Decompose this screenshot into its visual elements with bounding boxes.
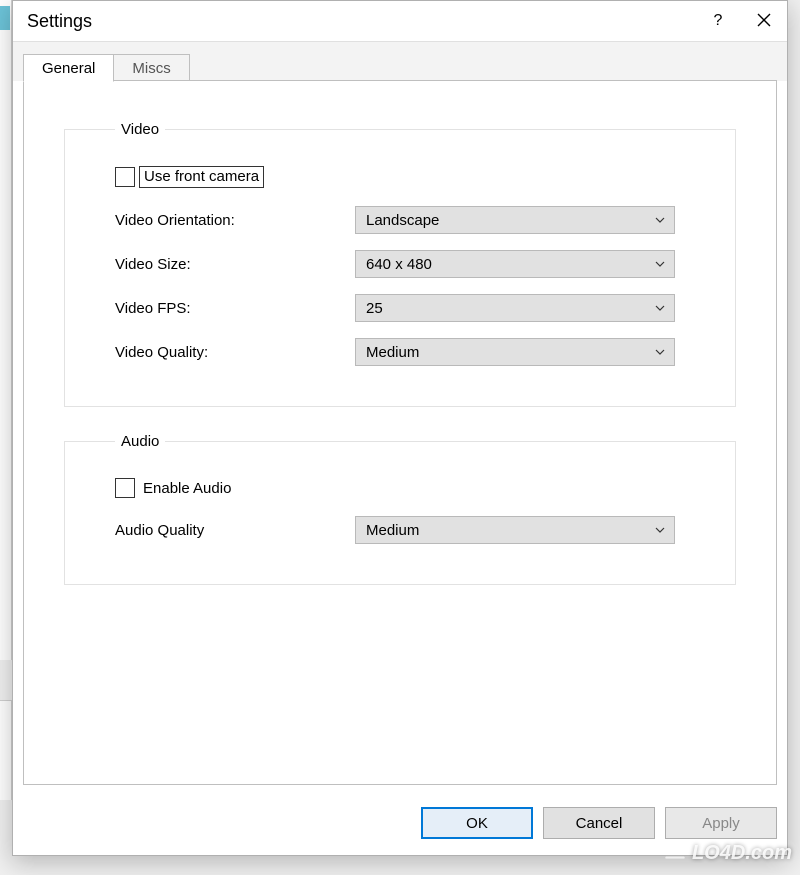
video-size-label: Video Size: [115,256,355,273]
settings-dialog: Settings ? General Miscs Video Use f [12,0,788,856]
close-button[interactable] [741,1,787,41]
video-fps-dropdown[interactable]: 25 [355,294,675,322]
chevron-down-icon [654,214,666,226]
video-quality-dropdown[interactable]: Medium [355,338,675,366]
audio-quality-label: Audio Quality [115,522,355,539]
watermark: LO4D.com [662,837,792,869]
audio-group: Audio Enable Audio Audio Quality Medium [64,433,736,585]
tabstrip: General Miscs [13,41,787,81]
video-fps-label: Video FPS: [115,300,355,317]
close-icon [757,11,771,32]
titlebar: Settings ? [13,1,787,41]
background-window-edge [0,0,12,660]
chevron-down-icon [654,302,666,314]
button-label: Cancel [576,815,623,832]
tabstrip-divider [23,80,777,81]
audio-legend: Audio [115,433,165,450]
dropdown-value: 640 x 480 [366,256,654,273]
dropdown-value: Landscape [366,212,654,229]
dropdown-value: 25 [366,300,654,317]
use-front-camera-label[interactable]: Use front camera [139,166,264,188]
audio-quality-row: Audio Quality Medium [115,516,705,544]
chevron-down-icon [654,524,666,536]
video-legend: Video [115,121,165,138]
apply-button[interactable]: Apply [665,807,777,839]
use-front-camera-checkbox[interactable] [115,167,135,187]
audio-quality-dropdown[interactable]: Medium [355,516,675,544]
video-orientation-label: Video Orientation: [115,212,355,229]
enable-audio-checkbox[interactable] [115,478,135,498]
video-quality-label: Video Quality: [115,344,355,361]
enable-audio-label[interactable]: Enable Audio [139,480,231,497]
ok-button[interactable]: OK [421,807,533,839]
tab-label: General [42,60,95,77]
tab-general[interactable]: General [23,54,114,82]
video-size-dropdown[interactable]: 640 x 480 [355,250,675,278]
background-app-icon [0,6,10,30]
video-orientation-row: Video Orientation: Landscape [115,206,705,234]
button-label: Apply [702,815,740,832]
window-title: Settings [27,11,92,32]
enable-audio-row: Enable Audio [115,478,705,498]
watermark-text: LO4D.com [692,842,792,865]
use-front-camera-row: Use front camera [115,166,705,188]
video-size-row: Video Size: 640 x 480 [115,250,705,278]
help-button[interactable]: ? [695,1,741,41]
help-icon: ? [714,12,723,30]
chevron-down-icon [654,346,666,358]
cancel-button[interactable]: Cancel [543,807,655,839]
dropdown-value: Medium [366,522,654,539]
download-icon [662,837,688,869]
button-label: OK [466,815,488,832]
video-fps-row: Video FPS: 25 [115,294,705,322]
video-orientation-dropdown[interactable]: Landscape [355,206,675,234]
video-group: Video Use front camera Video Orientation… [64,121,736,407]
dropdown-value: Medium [366,344,654,361]
tab-miscs[interactable]: Miscs [113,54,189,82]
video-quality-row: Video Quality: Medium [115,338,705,366]
background-window-edge-lower [0,700,12,800]
chevron-down-icon [654,258,666,270]
tab-label: Miscs [132,60,170,77]
tab-content-general: Video Use front camera Video Orientation… [23,81,777,785]
dialog-button-row: OK Cancel Apply [421,807,777,839]
